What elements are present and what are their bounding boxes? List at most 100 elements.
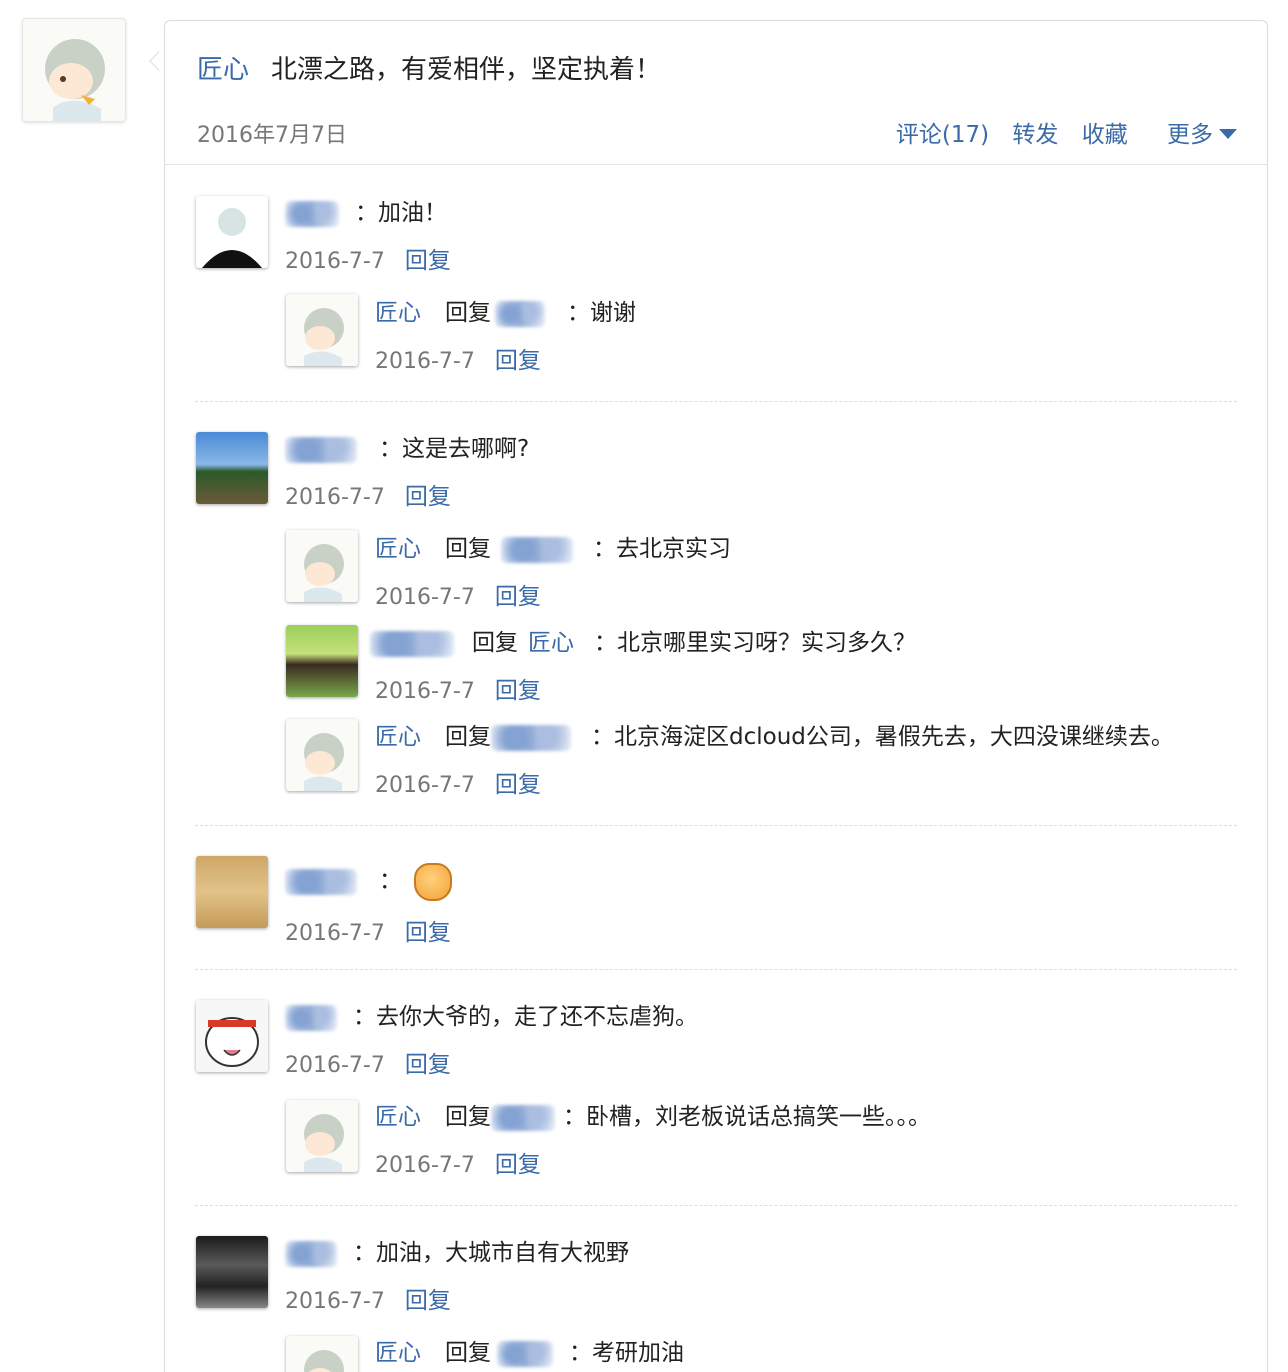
comment-date: 2016-7-7 [285, 921, 385, 946]
comment-line: ： [285, 861, 452, 901]
comment-date: 2016-7-7 [285, 1053, 385, 1078]
post-header: 匠心 北漂之路，有爱相伴，坚定执着！ [197, 49, 661, 86]
reply-line: 匠心 回复 ：去北京实习 [375, 529, 731, 563]
reply-date: 2016-7-7 [375, 773, 475, 798]
reply-meta: 2016-7-7 回复 [375, 1145, 541, 1179]
blurred-username[interactable] [370, 630, 454, 657]
comment-text: ：去你大爷的，走了还不忘虐狗。 [353, 1004, 698, 1030]
reply-line: 匠心 回复 ：卧槽，刘老板说话总搞笑一些。。。 [375, 1097, 931, 1131]
post-card: 匠心 北漂之路，有爱相伴，坚定执着！ 2016年7月7日 评论(17) 转发 收藏… [164, 20, 1268, 1372]
reply-button[interactable]: 回复 [405, 920, 451, 946]
reply-keyword: 回复 [445, 300, 491, 326]
author-avatar-small[interactable] [286, 294, 358, 366]
header-divider [165, 164, 1267, 165]
more-menu[interactable]: 更多 [1151, 122, 1237, 148]
reply-line: 匠心 回复 ：考研加油 [375, 1333, 684, 1367]
comment-text: ：加油，大城市自有大视野 [353, 1240, 629, 1266]
comment-divider [195, 401, 1237, 402]
reply-text: ：考研加油 [569, 1340, 684, 1366]
author-avatar-small[interactable] [286, 719, 358, 791]
commenter-avatar[interactable] [196, 196, 268, 268]
caret-down-icon [1219, 129, 1237, 139]
comment-line: ：加油，大城市自有大视野 [285, 1233, 629, 1267]
commenter-avatar[interactable] [196, 432, 268, 504]
reply-line: 匠心 回复 ：北京海淀区dcloud公司，暑假先去，大四没课继续去。 [375, 717, 1174, 751]
comment-line: ：加油！ [285, 193, 447, 227]
blurred-username[interactable] [497, 1340, 553, 1367]
reply-author-link[interactable]: 匠心 [375, 1104, 421, 1130]
comment-meta: 2016-7-7 回复 [285, 1281, 451, 1315]
comment-meta: 2016-7-7 回复 [285, 913, 451, 947]
reply-text: ：北京海淀区dcloud公司，暑假先去，大四没课继续去。 [591, 724, 1174, 750]
comment-meta: 2016-7-7 回复 [285, 1045, 451, 1079]
reply-date: 2016-7-7 [375, 349, 475, 374]
reply-button[interactable]: 回复 [495, 584, 541, 610]
commenter-avatar-small[interactable] [286, 625, 358, 697]
blurred-username[interactable] [285, 1004, 337, 1031]
post-author-link[interactable]: 匠心 [197, 55, 249, 85]
reply-keyword: 回复 [445, 1104, 491, 1130]
reply-keyword: 回复 [445, 724, 491, 750]
post-actions: 评论(17) 转发 收藏 更多 [880, 115, 1237, 149]
more-label: 更多 [1167, 122, 1213, 148]
post-text: 北漂之路，有爱相伴，坚定执着！ [271, 55, 662, 85]
reply-date: 2016-7-7 [375, 585, 475, 610]
comment-count-link[interactable]: 评论(17) [896, 122, 989, 148]
author-avatar-small[interactable] [286, 530, 358, 602]
reply-date: 2016-7-7 [375, 679, 475, 704]
reply-author-link[interactable]: 匠心 [375, 1340, 421, 1366]
reply-button[interactable]: 回复 [405, 1288, 451, 1314]
blurred-username[interactable] [491, 724, 571, 751]
comment-divider [195, 1205, 1237, 1206]
comment-line: ：这是去哪啊? [285, 429, 529, 463]
reply-meta: 2016-7-7 回复 [375, 577, 541, 611]
comment-date: 2016-7-7 [285, 485, 385, 510]
comment-divider [195, 969, 1237, 970]
reply-text: ：卧槽，刘老板说话总搞笑一些。。。 [563, 1104, 931, 1130]
reply-button[interactable]: 回复 [495, 772, 541, 798]
blurred-username[interactable] [495, 300, 545, 327]
reply-text: ：谢谢 [567, 300, 636, 326]
reply-keyword: 回复 [445, 1340, 491, 1366]
reply-text: ：去北京实习 [593, 536, 731, 562]
reply-author-link[interactable]: 匠心 [375, 300, 421, 326]
blurred-username[interactable] [285, 868, 357, 895]
comment-divider [195, 825, 1237, 826]
reply-meta: 2016-7-7 回复 [375, 671, 541, 705]
reply-author-link[interactable]: 匠心 [375, 536, 421, 562]
author-avatar[interactable] [22, 18, 126, 122]
comment-line: ：去你大爷的，走了还不忘虐狗。 [285, 997, 698, 1031]
reply-date: 2016-7-7 [375, 1153, 475, 1178]
author-avatar-small[interactable] [286, 1100, 358, 1172]
blurred-username[interactable] [491, 1104, 555, 1131]
reply-line: 回复 匠心 ：北京哪里实习呀？实习多久？ [370, 623, 916, 657]
comment-meta: 2016-7-7 回复 [285, 241, 451, 275]
comment-date: 2016-7-7 [285, 249, 385, 274]
post-date: 2016年7月7日 [197, 123, 347, 148]
favorite-link[interactable]: 收藏 [1082, 122, 1128, 148]
commenter-avatar[interactable] [196, 1000, 268, 1072]
reply-button[interactable]: 回复 [405, 1052, 451, 1078]
reply-button[interactable]: 回复 [405, 248, 451, 274]
fist-emoji-icon [414, 862, 452, 901]
reply-meta: 2016-7-7 回复 [375, 765, 541, 799]
blurred-username[interactable] [285, 200, 339, 227]
author-avatar-small[interactable] [286, 1336, 358, 1372]
forward-link[interactable]: 转发 [1012, 122, 1058, 148]
reply-text: ：北京哪里实习呀？实习多久？ [594, 630, 916, 656]
reply-author-link[interactable]: 匠心 [375, 724, 421, 750]
reply-button[interactable]: 回复 [495, 1152, 541, 1178]
reply-keyword: 回复 [445, 536, 491, 562]
blurred-username[interactable] [285, 1240, 337, 1267]
reply-target-link[interactable]: 匠心 [528, 630, 574, 656]
commenter-avatar[interactable] [196, 1236, 268, 1308]
blurred-username[interactable] [501, 536, 573, 563]
reply-button[interactable]: 回复 [495, 348, 541, 374]
blurred-username[interactable] [285, 436, 357, 463]
reply-button[interactable]: 回复 [405, 484, 451, 510]
reply-meta: 2016-7-7 回复 [375, 341, 541, 375]
commenter-avatar[interactable] [196, 856, 268, 928]
comment-text: ： [379, 868, 402, 894]
reply-button[interactable]: 回复 [495, 678, 541, 704]
comment-text: ：加油！ [355, 200, 447, 226]
